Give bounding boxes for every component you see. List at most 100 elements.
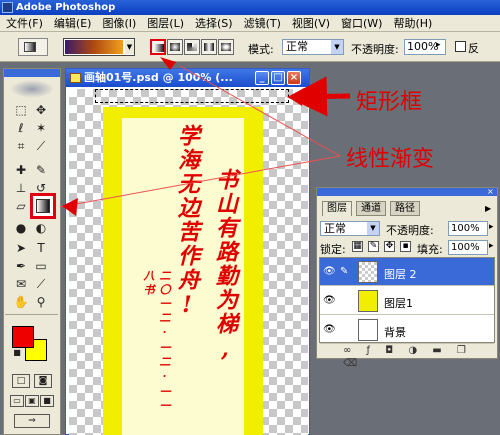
maximize-button[interactable]: □ <box>271 71 285 85</box>
standard-mode-icon[interactable]: □ <box>12 374 30 388</box>
tab-layers[interactable]: 图层 <box>322 201 352 216</box>
angle-gradient-button[interactable] <box>184 39 200 55</box>
healing-brush-icon[interactable]: ✚ <box>13 162 29 178</box>
screen-mode-menu-icon[interactable]: ▣ <box>25 395 39 407</box>
eyedropper-icon[interactable]: ⟋ <box>33 276 49 292</box>
type-tool-icon[interactable]: T <box>33 240 49 256</box>
mode-select[interactable]: 正常 ▼ <box>282 39 344 55</box>
reflected-gradient-button[interactable] <box>201 39 217 55</box>
screen-mode-full-icon[interactable]: ■ <box>40 395 54 407</box>
palette-menu-icon[interactable]: ▶ <box>485 204 491 213</box>
feather-logo-icon[interactable] <box>10 80 54 98</box>
hand-tool-icon[interactable]: ✋ <box>13 294 29 310</box>
mask-icon[interactable]: ◘ <box>385 345 399 356</box>
eye-icon[interactable]: 👁 <box>323 266 337 278</box>
radial-gradient-button[interactable] <box>167 39 183 55</box>
layer-thumbnail <box>358 261 378 283</box>
tab-channels[interactable]: 通道 <box>356 201 386 216</box>
lock-transparency-icon[interactable]: ▦ <box>352 241 363 252</box>
scroll-date-text: 二〇一二·一二·一一 八书 <box>142 270 171 414</box>
eye-icon[interactable]: 👁 <box>323 295 337 307</box>
opacity-value: 100% <box>407 40 439 53</box>
linear-gradient-button[interactable] <box>150 39 166 55</box>
close-button[interactable]: × <box>287 71 301 85</box>
chevron-right-icon[interactable]: ▸ <box>489 241 494 251</box>
app-title: Adobe Photoshop <box>16 2 116 13</box>
imageready-jump-icon[interactable]: ⇒ <box>14 414 50 428</box>
slice-tool-icon[interactable]: ⟋ <box>33 138 49 154</box>
move-tool-icon[interactable]: ✥ <box>33 102 49 118</box>
chevron-down-icon: ▼ <box>331 40 343 54</box>
foreground-color-swatch[interactable] <box>12 326 34 348</box>
layer-thumbnail <box>358 319 378 341</box>
shape-tool-icon[interactable]: ▭ <box>33 258 49 274</box>
lasso-tool-icon[interactable]: ℓ <box>13 120 29 136</box>
quick-mask-icon[interactable]: ◙ <box>34 374 52 388</box>
layer-opacity-label: 不透明度: <box>386 224 434 237</box>
blur-tool-icon[interactable]: ● <box>13 220 29 236</box>
menu-select[interactable]: 选择(S) <box>195 15 233 31</box>
path-select-icon[interactable]: ➤ <box>13 240 29 256</box>
eraser-tool-icon[interactable]: ▱ <box>13 198 29 214</box>
pen-tool-icon[interactable]: ✒ <box>13 258 29 274</box>
layer-row[interactable]: 👁 背景 <box>320 316 494 344</box>
app-title-bar: Adobe Photoshop <box>0 0 500 15</box>
toolbox-header[interactable] <box>4 69 60 77</box>
gradient-preview[interactable] <box>65 40 123 54</box>
chevron-right-icon[interactable]: ▸ <box>489 222 494 232</box>
menu-help[interactable]: 帮助(H) <box>393 15 432 31</box>
chevron-down-icon[interactable]: ▼ <box>125 40 134 54</box>
mode-label: 模式: <box>248 43 274 56</box>
lock-position-icon[interactable]: ✥ <box>384 241 395 252</box>
layer-row[interactable]: 👁 ✎ 图层 2 <box>320 258 494 286</box>
trash-icon[interactable]: ⌫ <box>343 358 363 369</box>
brush-tool-icon[interactable]: ✎ <box>33 162 49 178</box>
menu-filter[interactable]: 滤镜(T) <box>244 15 281 31</box>
scroll-text-line-2: 书山有路勤为梯, <box>212 168 238 364</box>
magic-wand-icon[interactable]: ✶ <box>33 120 49 136</box>
zoom-tool-icon[interactable]: ⚲ <box>33 294 49 310</box>
blend-mode-value: 正常 <box>324 222 346 235</box>
minimize-button[interactable]: _ <box>255 71 269 85</box>
diamond-gradient-button[interactable] <box>218 39 234 55</box>
layers-palette-header[interactable] <box>317 188 497 196</box>
screen-mode-standard-icon[interactable]: ▭ <box>10 395 24 407</box>
new-layer-icon[interactable]: ❐ <box>457 345 472 356</box>
menu-bar: 文件(F) 编辑(E) 图像(I) 图层(L) 选择(S) 滤镜(T) 视图(V… <box>0 15 500 32</box>
menu-image[interactable]: 图像(I) <box>102 15 136 31</box>
menu-window[interactable]: 窗口(W) <box>341 15 382 31</box>
marquee-tool-icon[interactable]: ⬚ <box>13 102 29 118</box>
folder-icon[interactable]: ▬ <box>432 345 447 356</box>
style-icon[interactable]: ƒ <box>367 345 377 356</box>
adjustment-icon[interactable]: ◑ <box>408 345 423 356</box>
annotation-gradient: 线性渐变 <box>346 147 435 172</box>
opacity-label: 不透明度: <box>351 43 399 56</box>
layer-row[interactable]: 👁 图层1 <box>320 287 494 315</box>
dodge-tool-icon[interactable]: ◐ <box>33 220 49 236</box>
blend-mode-select[interactable]: 正常 ▼ <box>320 221 380 236</box>
eye-icon[interactable]: 👁 <box>323 324 337 336</box>
brush-icon[interactable]: ✎ <box>340 266 354 278</box>
fill-label: 填充: <box>417 243 443 256</box>
tab-paths[interactable]: 路径 <box>390 201 420 216</box>
reverse-checkbox[interactable] <box>455 41 466 52</box>
chevron-right-icon[interactable]: ▸ <box>436 40 441 50</box>
link-icon[interactable]: ∞ <box>343 345 357 356</box>
menu-view[interactable]: 视图(V) <box>292 15 330 31</box>
gradient-tool-button[interactable] <box>30 193 56 219</box>
close-icon[interactable]: × <box>487 188 496 196</box>
fill-input[interactable]: 100% <box>448 240 488 255</box>
crop-tool-icon[interactable]: ⌗ <box>13 138 29 154</box>
menu-edit[interactable]: 编辑(E) <box>54 15 92 31</box>
layer-opacity-input[interactable]: 100% <box>448 221 488 236</box>
clone-stamp-icon[interactable]: ⊥ <box>13 180 29 196</box>
notes-tool-icon[interactable]: ✉ <box>13 276 29 292</box>
scroll-text-line-1: 学海无边苦作舟! <box>174 124 200 320</box>
menu-file[interactable]: 文件(F) <box>6 15 43 31</box>
lock-all-icon[interactable]: ▪ <box>400 241 411 252</box>
reverse-label: 反 <box>468 42 479 55</box>
default-colors-icon[interactable]: ■ <box>12 348 22 358</box>
layers-footer: ∞ ƒ ◘ ◑ ▬ ❐ ⌫ <box>319 344 495 369</box>
lock-pixels-icon[interactable]: ✎ <box>368 241 379 252</box>
menu-layer[interactable]: 图层(L) <box>147 15 184 31</box>
